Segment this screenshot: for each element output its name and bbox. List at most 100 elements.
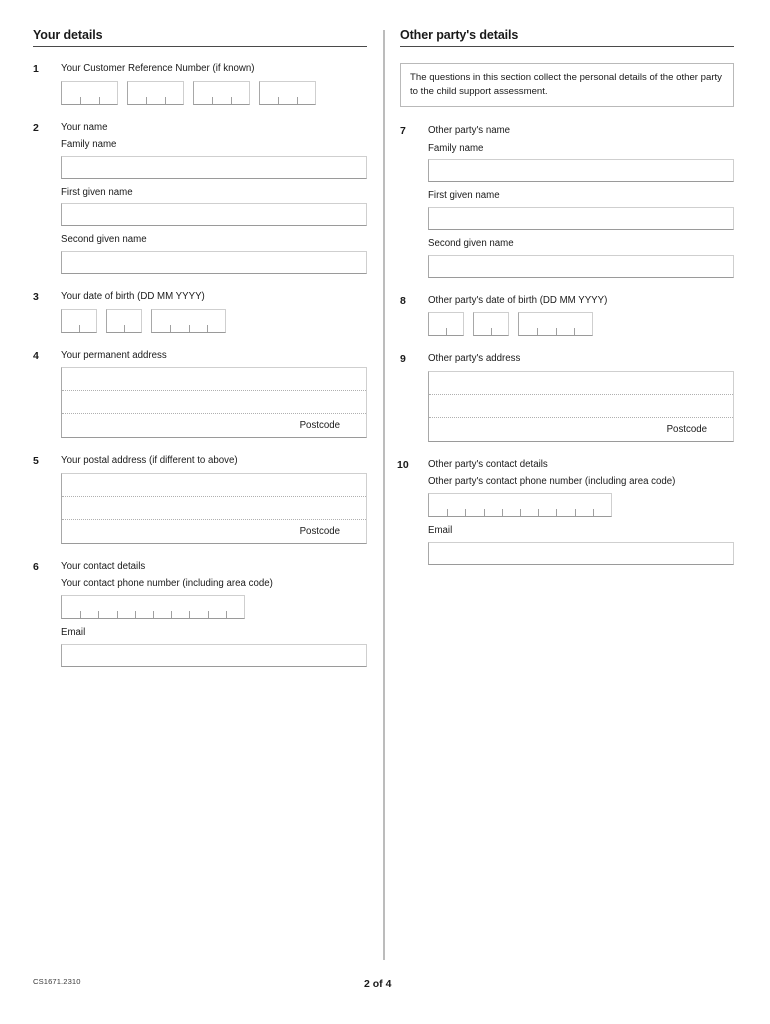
character-cell[interactable] <box>98 82 117 104</box>
character-cell[interactable] <box>80 82 98 104</box>
date-of-birth-input[interactable] <box>61 308 367 333</box>
character-cell[interactable] <box>447 494 465 517</box>
character-cell[interactable] <box>194 82 212 104</box>
phone-number-input[interactable] <box>428 493 734 518</box>
character-cell[interactable] <box>556 494 574 517</box>
address-line[interactable] <box>62 474 366 497</box>
address-line[interactable] <box>62 368 366 392</box>
address-line[interactable] <box>429 395 733 418</box>
character-cell[interactable] <box>537 313 555 336</box>
address-input[interactable]: Postcode <box>61 472 367 544</box>
character-cell[interactable] <box>146 82 164 104</box>
character-cell[interactable] <box>225 596 244 619</box>
question-3: 3 Your date of birth (DD MM YYYY) <box>33 291 367 333</box>
character-cell[interactable] <box>491 313 508 336</box>
character-cell[interactable] <box>134 596 153 619</box>
character-cell[interactable] <box>171 596 189 619</box>
character-cell[interactable] <box>124 310 141 332</box>
text-input[interactable] <box>61 251 367 275</box>
character-cell[interactable] <box>152 310 170 332</box>
question-1: 1 Your Customer Reference Number (if know… <box>33 63 367 105</box>
character-cell[interactable] <box>573 313 592 336</box>
character-cell[interactable] <box>164 82 183 104</box>
date-year-box[interactable] <box>518 312 593 337</box>
character-cell[interactable] <box>520 494 538 517</box>
page-number: 2 of 4 <box>364 978 392 990</box>
date-of-birth-input[interactable] <box>428 312 734 337</box>
address-line[interactable] <box>62 497 366 520</box>
character-cell[interactable] <box>465 494 483 517</box>
phone-label: Your contact phone number (including are… <box>61 578 273 590</box>
date-day-box[interactable] <box>428 312 464 337</box>
question-number: 2 <box>33 121 39 134</box>
character-cell[interactable] <box>153 596 171 619</box>
customer-reference-number-input[interactable] <box>61 80 367 105</box>
address-input[interactable]: Postcode <box>61 367 367 439</box>
email-input[interactable] <box>428 541 734 565</box>
question-number: 7 <box>400 125 406 138</box>
email-input[interactable] <box>61 643 367 667</box>
phone-number-input[interactable] <box>61 595 367 620</box>
character-cell[interactable] <box>206 310 225 332</box>
crn-group-box[interactable] <box>127 80 184 105</box>
character-cell[interactable] <box>519 313 537 335</box>
character-cell[interactable] <box>188 310 207 332</box>
character-cell[interactable] <box>107 310 124 332</box>
character-cell[interactable] <box>62 310 79 332</box>
text-input[interactable] <box>61 155 367 179</box>
field-label: Second given name <box>61 234 147 246</box>
character-cell[interactable] <box>128 82 146 104</box>
character-cell[interactable] <box>483 494 502 517</box>
date-day-box[interactable] <box>61 308 97 333</box>
date-year-box[interactable] <box>151 308 226 333</box>
character-cell[interactable] <box>170 310 188 332</box>
character-cell[interactable] <box>207 596 226 619</box>
character-cell[interactable] <box>116 596 135 619</box>
character-cell[interactable] <box>260 82 278 104</box>
question-label: Your Customer Reference Number (if known… <box>61 63 255 74</box>
text-input[interactable] <box>428 207 734 231</box>
character-cell[interactable] <box>79 310 96 332</box>
character-cell[interactable] <box>429 494 447 516</box>
character-cell[interactable] <box>574 494 593 517</box>
postcode-label: Postcode <box>299 525 340 537</box>
character-cell[interactable] <box>538 494 556 517</box>
postcode-row[interactable]: Postcode <box>62 414 366 437</box>
date-month-box[interactable] <box>106 308 142 333</box>
postcode-row[interactable]: Postcode <box>429 418 733 441</box>
text-input[interactable] <box>61 203 367 227</box>
right-question-list: 7 Other party's name Family name First give… <box>397 125 734 565</box>
character-cell[interactable] <box>278 82 296 104</box>
phone-cells-box[interactable] <box>61 595 245 620</box>
text-input[interactable] <box>428 254 734 278</box>
character-cell[interactable] <box>296 82 315 104</box>
crn-group-box[interactable] <box>193 80 250 105</box>
date-month-box[interactable] <box>473 312 509 337</box>
character-cell[interactable] <box>555 313 574 336</box>
character-cell[interactable] <box>501 494 520 517</box>
character-cell[interactable] <box>62 82 80 104</box>
character-cell[interactable] <box>80 596 98 619</box>
postcode-label: Postcode <box>299 420 340 432</box>
crn-group-box[interactable] <box>61 80 118 105</box>
character-cell[interactable] <box>212 82 230 104</box>
address-line[interactable] <box>62 391 366 415</box>
address-input[interactable]: Postcode <box>428 370 734 442</box>
address-line[interactable] <box>429 372 733 395</box>
question-6: 6 Your contact details Your contact phone … <box>33 561 367 667</box>
character-cell[interactable] <box>62 596 80 618</box>
postcode-row[interactable]: Postcode <box>62 520 366 543</box>
character-cell[interactable] <box>592 494 611 517</box>
field-label: First given name <box>61 186 133 198</box>
character-cell[interactable] <box>474 313 491 335</box>
character-cell[interactable] <box>446 313 463 336</box>
phone-cells-box[interactable] <box>428 493 612 518</box>
crn-group-box[interactable] <box>259 80 316 105</box>
character-cell[interactable] <box>189 596 207 619</box>
field-label: Family name <box>428 142 484 154</box>
character-cell[interactable] <box>429 313 446 335</box>
character-cell[interactable] <box>230 82 249 104</box>
question-label: Other party's address <box>428 353 521 365</box>
character-cell[interactable] <box>98 596 116 619</box>
text-input[interactable] <box>428 159 734 183</box>
